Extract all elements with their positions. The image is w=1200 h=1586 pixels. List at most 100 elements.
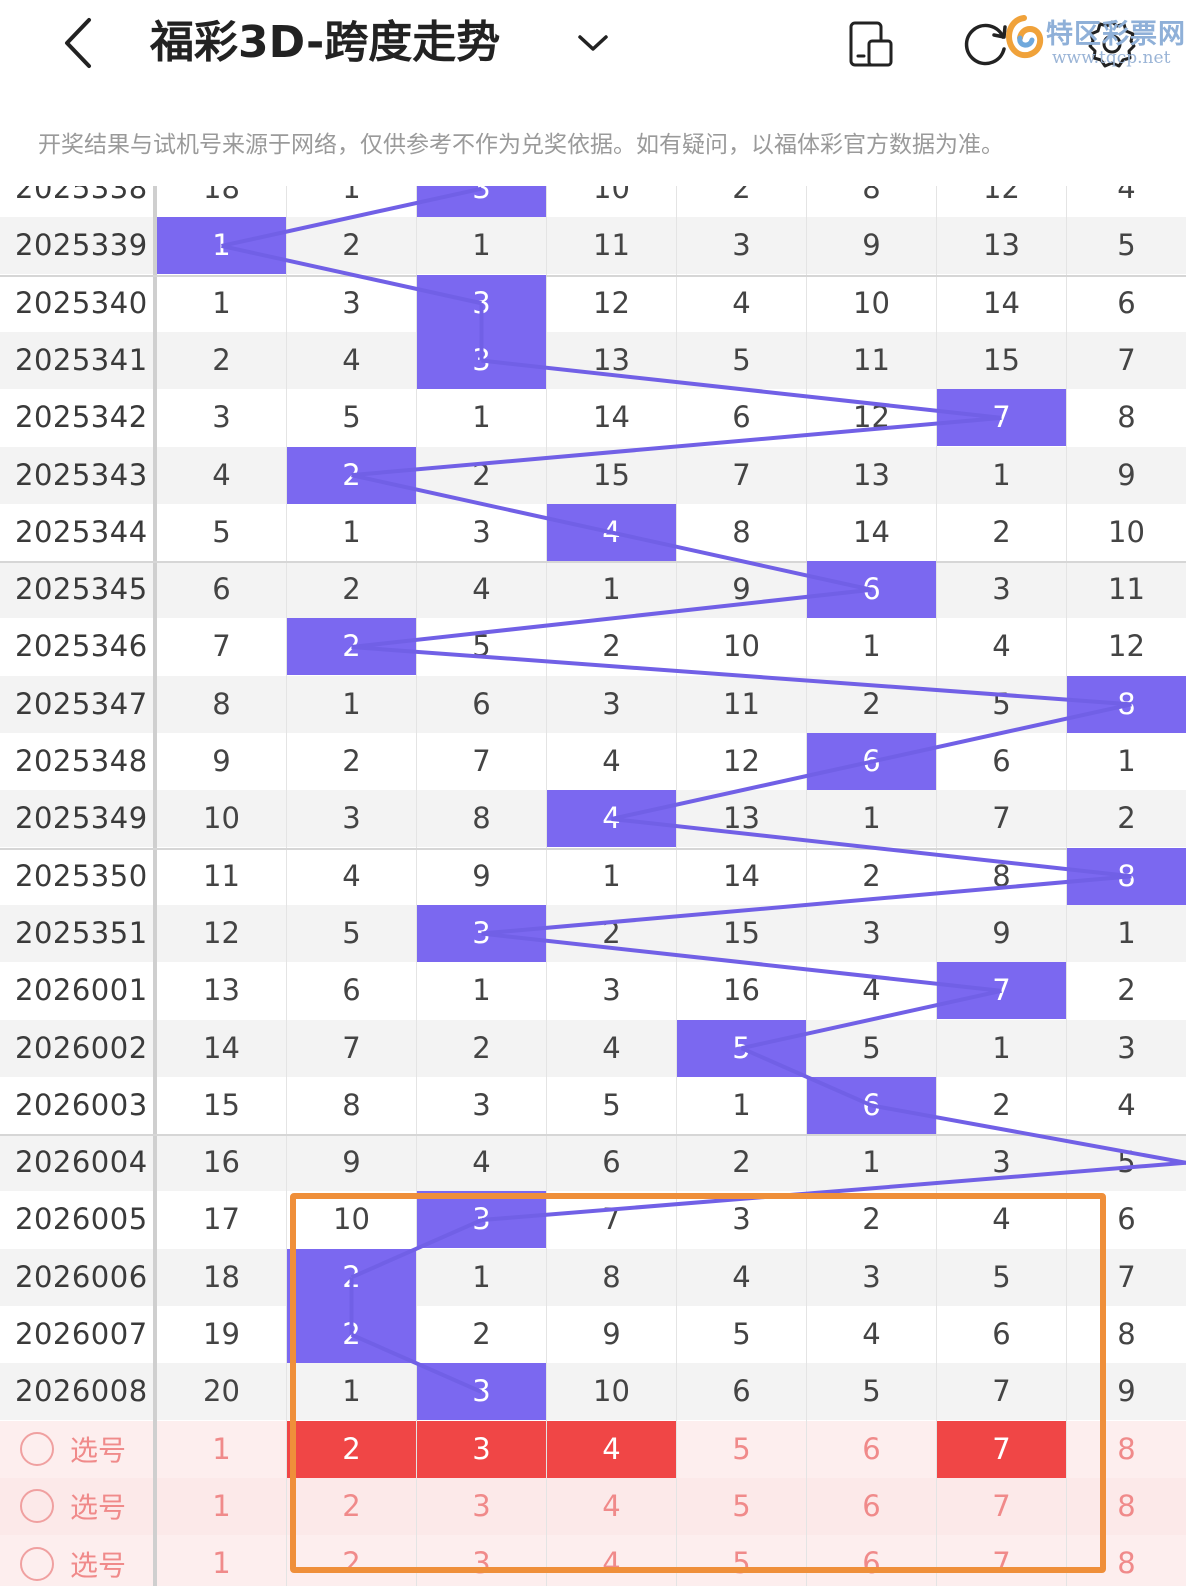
- span-cell: 4: [602, 1030, 621, 1065]
- pick-cell[interactable]: 5: [677, 1535, 806, 1586]
- pick-cell[interactable]: 7: [937, 1535, 1066, 1586]
- issue-number: 2026001: [15, 973, 148, 1008]
- group-separator: [0, 1134, 1186, 1137]
- span-cell: 5: [212, 514, 231, 549]
- span-cell: 12: [983, 186, 1020, 205]
- table-row: 2025350 11 4 9 1 14 2 8 8: [0, 847, 1186, 905]
- span-cell: 1: [472, 228, 491, 263]
- span-hit-cell: 3: [417, 904, 546, 962]
- pick-cell[interactable]: 3: [417, 1535, 546, 1586]
- pick-cell[interactable]: 8: [1067, 1478, 1186, 1535]
- span-cell: 7: [1117, 1259, 1136, 1294]
- span-cell: 5: [862, 1374, 881, 1409]
- table-row: 2025349 10 3 8 4 13 1 7 2: [0, 790, 1186, 848]
- refresh-button[interactable]: [955, 14, 1015, 74]
- issue-number: 2026005: [15, 1202, 148, 1237]
- issue-number: 2025339: [15, 228, 148, 263]
- span-cell: 3: [1117, 1030, 1136, 1065]
- span-cell: 13: [593, 342, 630, 377]
- pick-cell[interactable]: 4: [547, 1535, 676, 1586]
- table-row: 2025345 6 2 4 1 9 6 3 11: [0, 561, 1186, 619]
- disclaimer-text: 开奖结果与试机号来源于网络，仅供参考不作为兑奖依据。如有疑问，以福体彩官方数据为…: [38, 132, 1004, 158]
- radio-circle-icon[interactable]: [20, 1489, 54, 1524]
- table-row: 2025338 18 1 3 10 2 8 12 4: [0, 186, 1186, 217]
- pick-cell-selected[interactable]: 7: [937, 1420, 1066, 1478]
- pick-cell[interactable]: 1: [157, 1478, 286, 1535]
- span-cell: 18: [203, 1259, 240, 1294]
- radio-circle-icon[interactable]: [20, 1546, 54, 1581]
- span-cell: 10: [593, 1374, 630, 1409]
- span-cell: 8: [1117, 400, 1136, 435]
- span-cell: 8: [862, 186, 881, 205]
- pick-cell-selected[interactable]: 3: [417, 1420, 546, 1478]
- pick-cell[interactable]: 5: [677, 1478, 806, 1535]
- pick-cell[interactable]: 1: [157, 1535, 286, 1586]
- span-cell: 13: [983, 228, 1020, 263]
- pick-cell[interactable]: 7: [937, 1478, 1066, 1535]
- pick-cell[interactable]: 6: [807, 1421, 936, 1478]
- pick-cell[interactable]: 6: [807, 1535, 936, 1586]
- span-cell: 1: [212, 285, 231, 320]
- span-cell: 6: [212, 572, 231, 607]
- pick-cell[interactable]: 4: [547, 1478, 676, 1535]
- span-cell: 5: [992, 1259, 1011, 1294]
- span-cell: 12: [1108, 629, 1145, 664]
- span-cell: 8: [602, 1259, 621, 1294]
- issue-number: 2025349: [15, 801, 148, 836]
- span-cell: 3: [472, 1087, 491, 1122]
- pick-row: 选号 1 2 3 4 5 6 7 8: [0, 1477, 1186, 1535]
- pick-number-toggle[interactable]: 选号: [20, 1478, 126, 1535]
- pick-cell[interactable]: 8: [1067, 1421, 1186, 1478]
- span-cell: 13: [723, 801, 760, 836]
- pick-cell[interactable]: 3: [417, 1478, 546, 1535]
- issue-number: 2026002: [15, 1030, 148, 1065]
- span-cell: 1: [342, 514, 361, 549]
- span-cell: 5: [1117, 228, 1136, 263]
- issue-number: 2025347: [15, 686, 148, 721]
- span-cell: 4: [732, 1259, 751, 1294]
- span-cell: 2: [992, 514, 1011, 549]
- span-cell: 2: [472, 457, 491, 492]
- span-cell: 8: [732, 514, 751, 549]
- span-cell: 7: [1117, 342, 1136, 377]
- pick-cell[interactable]: 8: [1067, 1535, 1186, 1586]
- span-cell: 12: [853, 400, 890, 435]
- span-cell: 10: [203, 801, 240, 836]
- pick-number-toggle[interactable]: 选号: [20, 1421, 126, 1478]
- span-cell: 4: [862, 973, 881, 1008]
- refresh-icon: [964, 23, 1007, 66]
- span-cell: 7: [472, 744, 491, 778]
- span-cell: 7: [342, 1030, 361, 1065]
- phone-layout-button[interactable]: [840, 14, 900, 74]
- table-row: 2025342 3 5 1 14 6 12 7 8: [0, 389, 1186, 447]
- span-cell: 9: [472, 858, 491, 893]
- pick-cell-selected[interactable]: 4: [547, 1420, 676, 1478]
- span-cell: 11: [203, 858, 240, 893]
- pick-cell[interactable]: 2: [287, 1535, 416, 1586]
- back-button[interactable]: [48, 8, 108, 78]
- span-cell: 6: [1117, 285, 1136, 320]
- app-header: 福彩3D-跨度走势 特区彩票网 www.tqcp.net: [0, 0, 1200, 100]
- span-cell: 1: [472, 1259, 491, 1294]
- radio-circle-icon[interactable]: [20, 1432, 54, 1467]
- span-cell: 4: [602, 744, 621, 778]
- pick-cell[interactable]: 6: [807, 1478, 936, 1535]
- issue-number: 2025350: [15, 858, 148, 893]
- pick-cell-selected[interactable]: 2: [287, 1420, 416, 1478]
- span-cell: 8: [992, 858, 1011, 893]
- settings-button[interactable]: [1082, 14, 1142, 74]
- span-cell: 15: [983, 342, 1020, 377]
- span-cell: 3: [602, 973, 621, 1008]
- pick-cell[interactable]: 1: [157, 1421, 286, 1478]
- pick-cell[interactable]: 5: [677, 1421, 806, 1478]
- span-cell: 15: [203, 1087, 240, 1122]
- pick-number-toggle[interactable]: 选号: [20, 1535, 126, 1586]
- pick-cell[interactable]: 2: [287, 1478, 416, 1535]
- span-cell: 2: [862, 686, 881, 721]
- span-hit-cell: 6: [807, 561, 936, 619]
- span-cell: 4: [342, 342, 361, 377]
- span-cell: 9: [732, 572, 751, 607]
- title-dropdown-button[interactable]: [568, 20, 618, 66]
- table-row: 2025346 7 2 5 2 10 1 4 12: [0, 618, 1186, 676]
- issue-number: 2026004: [15, 1145, 148, 1180]
